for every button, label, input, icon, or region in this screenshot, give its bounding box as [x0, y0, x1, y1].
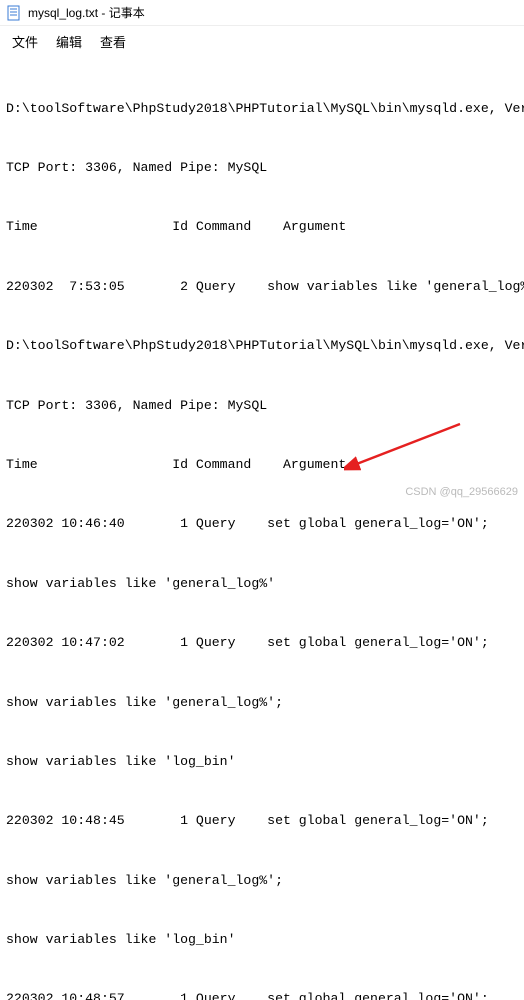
log-line: show variables like 'log_bin'	[6, 930, 518, 950]
log-line: show variables like 'log_bin'	[6, 752, 518, 772]
window-titlebar: mysql_log.txt - 记事本	[0, 0, 524, 26]
menubar: 文件 编辑 查看	[0, 26, 524, 57]
log-line: TCP Port: 3306, Named Pipe: MySQL	[6, 396, 518, 416]
log-line: show variables like 'general_log%';	[6, 693, 518, 713]
log-line: 220302 10:48:45 1 Query set global gener…	[6, 811, 518, 831]
window-title: mysql_log.txt - 记事本	[28, 4, 145, 21]
text-content[interactable]: D:\toolSoftware\PhpStudy2018\PHPTutorial…	[0, 57, 524, 1000]
log-line: D:\toolSoftware\PhpStudy2018\PHPTutorial…	[6, 336, 518, 356]
log-line: Time Id Command Argument	[6, 217, 518, 237]
watermark: CSDN @qq_29566629	[405, 486, 518, 498]
log-line: TCP Port: 3306, Named Pipe: MySQL	[6, 158, 518, 178]
log-line: 220302 10:46:40 1 Query set global gener…	[6, 514, 518, 534]
notepad-icon	[6, 5, 22, 21]
menu-view[interactable]: 查看	[100, 32, 126, 51]
log-line: show variables like 'general_log%'	[6, 574, 518, 594]
log-line: show variables like 'general_log%';	[6, 871, 518, 891]
log-line: 220302 10:48:57 1 Query set global gener…	[6, 989, 518, 1000]
log-line: D:\toolSoftware\PhpStudy2018\PHPTutorial…	[6, 99, 518, 119]
menu-file[interactable]: 文件	[12, 32, 38, 51]
menu-edit[interactable]: 编辑	[56, 32, 82, 51]
log-line: 220302 10:47:02 1 Query set global gener…	[6, 633, 518, 653]
log-line: 220302 7:53:05 2 Query show variables li…	[6, 277, 518, 297]
log-line: Time Id Command Argument	[6, 455, 518, 475]
